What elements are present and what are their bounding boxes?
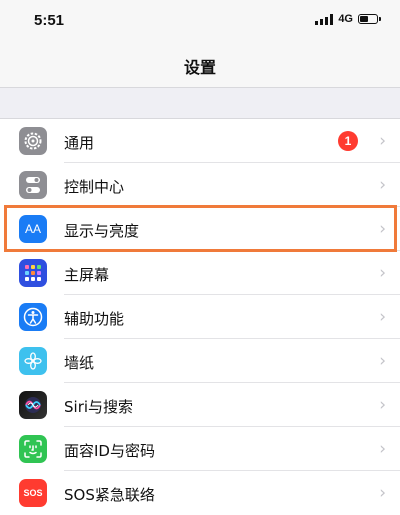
settings-row-home-screen[interactable]: 主屏幕 › (0, 251, 400, 295)
face-id-icon (19, 435, 47, 463)
status-bar: 5:51 4G (0, 0, 400, 40)
settings-row-control-center[interactable]: 控制中心 › (0, 163, 400, 207)
status-indicators: 4G (315, 13, 381, 25)
signal-icon (315, 13, 334, 25)
network-type: 4G (338, 13, 353, 25)
chevron-right-icon: › (379, 307, 386, 327)
battery-level (360, 16, 368, 22)
settings-row-accessibility[interactable]: 辅助功能 › (0, 295, 400, 339)
settings-row-label: 主屏幕 (64, 266, 110, 284)
settings-row-label: Siri与搜索 (64, 398, 134, 416)
settings-list: 通用 1 › 控制中心 › AA 显示与亮度 › 主屏幕 › 辅助功能 › 墙纸… (0, 118, 400, 515)
settings-row-face-id-passcode[interactable]: 面容ID与密码 › (0, 427, 400, 471)
settings-screen: 5:51 4G 设置 通用 1 › 控制中心 › AA 显示与亮度 › 主屏幕 … (0, 0, 400, 515)
settings-row-emergency-sos[interactable]: SOS SOS紧急联络 › (0, 471, 400, 515)
settings-row-label: 辅助功能 (64, 310, 125, 328)
gear-icon (19, 127, 47, 155)
home-grid-icon (19, 259, 47, 287)
display-aa-icon: AA (19, 215, 47, 243)
chevron-right-icon: › (379, 219, 386, 239)
settings-row-wallpaper[interactable]: 墙纸 › (0, 339, 400, 383)
chevron-right-icon: › (379, 483, 386, 503)
flower-icon (19, 347, 47, 375)
navigation-bar: 设置 (0, 40, 400, 88)
accessibility-icon (19, 303, 47, 331)
status-time: 5:51 (34, 12, 65, 29)
chevron-right-icon: › (379, 351, 386, 371)
chevron-right-icon: › (379, 175, 386, 195)
settings-row-general[interactable]: 通用 1 › (0, 119, 400, 163)
settings-row-label: 控制中心 (64, 178, 125, 196)
settings-row-label: 通用 (64, 134, 95, 152)
settings-row-display-brightness[interactable]: AA 显示与亮度 › (0, 207, 400, 251)
settings-row-siri-search[interactable]: Siri与搜索 › (0, 383, 400, 427)
toggle-switches-icon (19, 171, 47, 199)
battery-icon (358, 14, 381, 24)
chevron-right-icon: › (379, 395, 386, 415)
notification-badge: 1 (338, 131, 358, 151)
chevron-right-icon: › (379, 131, 386, 151)
settings-row-label: SOS紧急联络 (64, 486, 155, 504)
siri-icon (19, 391, 47, 419)
settings-row-label: 墙纸 (64, 354, 95, 372)
page-title: 设置 (183, 58, 216, 77)
chevron-right-icon: › (379, 439, 386, 459)
sos-icon: SOS (19, 479, 47, 507)
settings-row-label: 面容ID与密码 (64, 442, 155, 460)
settings-row-label: 显示与亮度 (64, 222, 140, 240)
chevron-right-icon: › (379, 263, 386, 283)
